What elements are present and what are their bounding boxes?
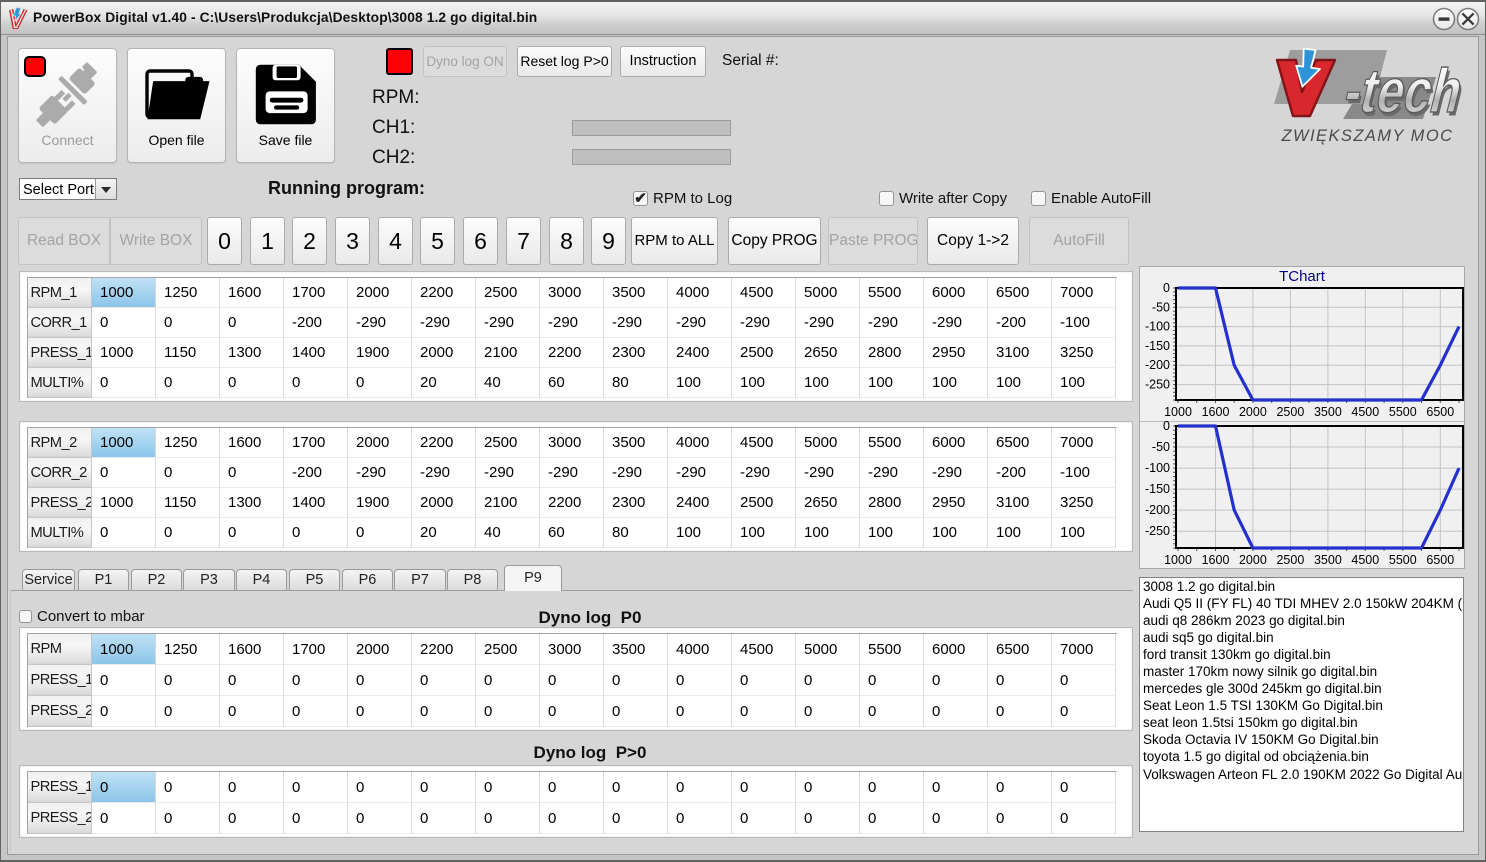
svg-text:-150: -150 [1145, 339, 1170, 353]
svg-text:-50: -50 [1152, 300, 1170, 314]
svg-text:0: 0 [1163, 281, 1170, 295]
svg-text:3500: 3500 [1314, 553, 1342, 567]
svg-text:-200: -200 [1145, 503, 1170, 517]
svg-text:-250: -250 [1145, 378, 1170, 392]
svg-text:-200: -200 [1145, 358, 1170, 372]
svg-text:-50: -50 [1152, 440, 1170, 454]
svg-text:1000: 1000 [1164, 553, 1192, 567]
svg-text:6500: 6500 [1426, 553, 1454, 567]
svg-text:4500: 4500 [1351, 553, 1379, 567]
svg-text:ZWIĘKSZAMY MOC: ZWIĘKSZAMY MOC [1280, 126, 1453, 145]
svg-text:-tech: -tech [1337, 57, 1464, 126]
svg-text:0: 0 [1163, 419, 1170, 433]
svg-text:5500: 5500 [1389, 553, 1417, 567]
svg-text:2500: 2500 [1276, 553, 1304, 567]
svg-text:2000: 2000 [1239, 553, 1267, 567]
svg-text:-250: -250 [1145, 524, 1170, 538]
svg-text:-100: -100 [1145, 320, 1170, 334]
svg-text:-100: -100 [1145, 461, 1170, 475]
svg-text:-150: -150 [1145, 482, 1170, 496]
svg-text:1600: 1600 [1202, 553, 1230, 567]
